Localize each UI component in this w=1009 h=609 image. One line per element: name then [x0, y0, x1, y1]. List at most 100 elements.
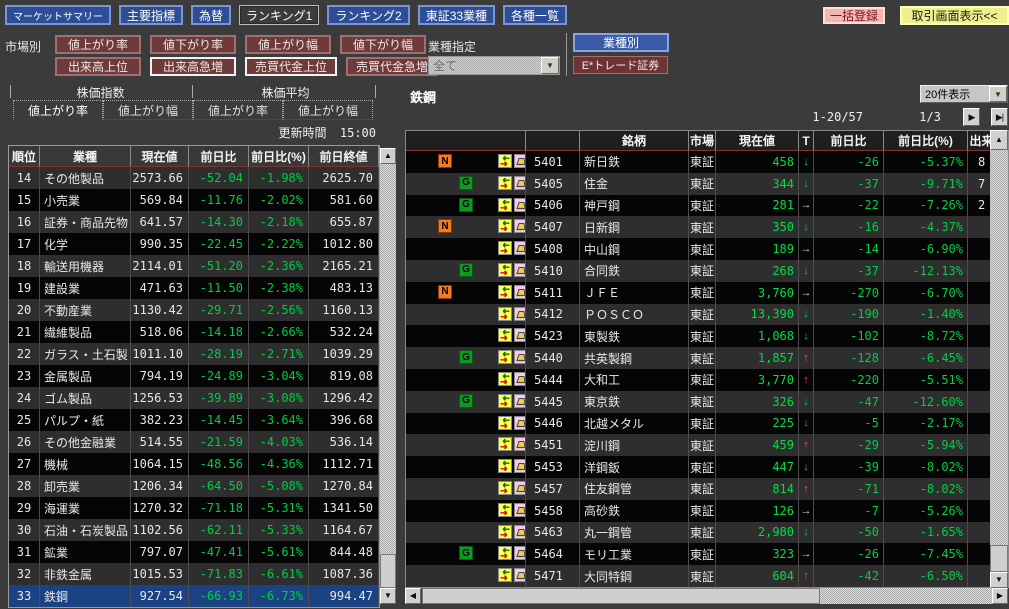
scroll-down-icon[interactable]: ▼ [990, 572, 1008, 588]
sector-row[interactable]: 28卸売業1206.34-64.50-5.08%1270.84 [9, 475, 379, 497]
trade-order-icon[interactable] [498, 328, 512, 342]
column-header-銘柄[interactable]: 銘柄 [580, 131, 689, 151]
stock-row[interactable]: 5457住友鋼管東証814↑-71-8.02% [406, 478, 1008, 500]
stock-row[interactable]: 5423東製鉄東証1,068↓-102-8.72% [406, 325, 1008, 347]
sector-row[interactable]: 16証券・商品先物641.57-14.30-2.18%655.87 [9, 211, 379, 233]
chart-board-icon[interactable] [514, 307, 526, 321]
column-header-順位[interactable]: 順位 [9, 146, 40, 167]
column-header-前日比[interactable]: 前日比 [814, 131, 884, 151]
chart-board-icon[interactable] [514, 416, 526, 430]
left-sub-tab-3[interactable]: 値上がり率 [193, 100, 283, 120]
stock-row[interactable]: 5408中山鋼東証189→-14-6.90% [406, 238, 1008, 260]
stock-row[interactable]: 5412ＰＯＳＣＯ東証13,390↓-190-1.40% [406, 304, 1008, 326]
rank-filter-button-4[interactable]: 値下がり幅 [340, 35, 426, 54]
rank-filter-button-1[interactable]: 値上がり率 [55, 35, 141, 54]
chart-board-icon[interactable] [514, 285, 526, 299]
stock-row[interactable]: N5401新日鉄東証458↓-26-5.37%8 [406, 151, 1008, 173]
trade-order-icon[interactable] [498, 176, 512, 190]
sector-row[interactable]: 30石油・石炭製品1102.56-62.11-5.33%1164.67 [9, 519, 379, 541]
stock-row[interactable]: 5463丸一鋼管東証2,980↓-50-1.65% [406, 522, 1008, 544]
rank-filter-button-3[interactable]: 値上がり幅 [245, 35, 331, 54]
scroll-right-icon[interactable]: ▶ [992, 588, 1008, 604]
stock-row[interactable]: 5446北越メタル東証225↓-5-2.17% [406, 413, 1008, 435]
tab-stock-average[interactable]: 株価平均 [193, 84, 378, 99]
sector-row[interactable]: 25パルプ・紙382.23-14.45-3.64%396.68 [9, 409, 379, 431]
stock-row[interactable]: N5407日新鋼東証350↓-16-4.37% [406, 216, 1008, 238]
stock-row[interactable]: 5444大和工東証3,770↑-220-5.51% [406, 369, 1008, 391]
chart-board-icon[interactable] [514, 437, 526, 451]
scroll-left-icon[interactable]: ◀ [405, 588, 421, 604]
tab-stock-index[interactable]: 株価指数 [8, 84, 193, 99]
sector-row[interactable]: 26その他金融業514.55-21.59-4.03%536.14 [9, 431, 379, 453]
volume-filter-button-2[interactable]: 出来高急増 [150, 57, 236, 76]
toolbar-tab-3[interactable]: 為替 [191, 5, 231, 25]
trade-order-icon[interactable] [498, 307, 512, 321]
chart-board-icon[interactable] [514, 546, 526, 560]
right-scrollbar-thumb[interactable] [990, 545, 1008, 572]
trade-order-icon[interactable] [498, 285, 512, 299]
chart-board-icon[interactable] [514, 198, 526, 212]
left-scrollbar-track[interactable] [380, 164, 396, 554]
chart-board-icon[interactable] [514, 263, 526, 277]
display-count-combo[interactable]: 20件表示 ▼ [920, 85, 1008, 103]
chart-board-icon[interactable] [514, 350, 526, 364]
toolbar-tab-6[interactable]: 東証33業種 [418, 5, 495, 25]
column-header-現在値[interactable]: 現在値 [131, 146, 189, 167]
toolbar-tab-2[interactable]: 主要指標 [119, 5, 183, 25]
chart-board-icon[interactable] [514, 568, 526, 582]
trade-order-icon[interactable] [498, 241, 512, 255]
chart-board-icon[interactable] [514, 481, 526, 495]
broker-button[interactable]: E*トレード証券 [573, 56, 668, 74]
toolbar-tab-4[interactable]: ランキング1 [239, 5, 319, 25]
column-header-業種[interactable]: 業種 [40, 146, 131, 167]
volume-filter-button-4[interactable]: 売買代金急増 [346, 57, 438, 76]
toolbar-tab-7[interactable]: 各種一覧 [503, 5, 567, 25]
chart-board-icon[interactable] [514, 154, 526, 168]
scroll-up-icon[interactable]: ▲ [380, 148, 396, 164]
last-page-button[interactable]: ▶| [991, 108, 1008, 126]
sector-row[interactable]: 17化学990.35-22.45-2.22%1012.80 [9, 233, 379, 255]
column-header-前日終値[interactable]: 前日終値 [309, 146, 379, 167]
column-header-市場[interactable]: 市場 [689, 131, 716, 151]
trade-order-icon[interactable] [498, 394, 512, 408]
stock-row[interactable]: G5440共英製鋼東証1,857↑-128-6.45% [406, 347, 1008, 369]
stock-row[interactable]: N5411ＪＦＥ東証3,760→-270-6.70% [406, 282, 1008, 304]
stock-row[interactable]: G5406神戸鋼東証281→-22-7.26%2 [406, 195, 1008, 217]
rank-filter-button-2[interactable]: 値下がり率 [150, 35, 236, 54]
trade-order-icon[interactable] [498, 437, 512, 451]
sector-row[interactable]: 24ゴム製品1256.53-39.89-3.08%1296.42 [9, 387, 379, 409]
chart-board-icon[interactable] [514, 241, 526, 255]
sector-row[interactable]: 32非鉄金属1015.53-71.83-6.61%1087.36 [9, 563, 379, 585]
chart-board-icon[interactable] [514, 394, 526, 408]
stock-row[interactable]: 5458高砂鉄東証126→-7-5.26% [406, 500, 1008, 522]
trade-order-icon[interactable] [498, 459, 512, 473]
sector-row[interactable]: 14その他製品2573.66-52.04-1.98%2625.70 [9, 167, 379, 189]
trade-order-icon[interactable] [498, 372, 512, 386]
industry-select-combo[interactable]: 全て ▼ [428, 56, 560, 75]
volume-filter-button-3[interactable]: 売買代金上位 [245, 57, 337, 76]
trade-order-icon[interactable] [498, 481, 512, 495]
column-header-現在値[interactable]: 現在値 [716, 131, 799, 151]
column-header-T[interactable]: T [799, 131, 814, 151]
sector-row[interactable]: 29海運業1270.32-71.18-5.31%1341.50 [9, 497, 379, 519]
h-scrollbar-track[interactable] [820, 588, 992, 604]
trade-order-icon[interactable] [498, 350, 512, 364]
left-sub-tab-1[interactable]: 値上がり率 [13, 100, 103, 120]
volume-filter-button-1[interactable]: 出来高上位 [55, 57, 141, 76]
chart-board-icon[interactable] [514, 525, 526, 539]
stock-row[interactable]: 5471大同特鋼東証604↑-42-6.50% [406, 565, 1008, 587]
chart-board-icon[interactable] [514, 459, 526, 473]
sector-row[interactable]: 15小売業569.84-11.76-2.02%581.60 [9, 189, 379, 211]
trade-order-icon[interactable] [498, 263, 512, 277]
column-header-前日比(%)[interactable]: 前日比(%) [249, 146, 309, 167]
trade-order-icon[interactable] [498, 568, 512, 582]
right-scrollbar-track[interactable] [990, 150, 1008, 545]
sector-row[interactable]: 22ガラス・土石製1011.10-28.19-2.71%1039.29 [9, 343, 379, 365]
sector-row[interactable]: 21繊維製品518.06-14.18-2.66%532.24 [9, 321, 379, 343]
industry-category-button[interactable]: 業種別 [573, 33, 669, 52]
column-header-前日比[interactable]: 前日比 [189, 146, 249, 167]
next-page-button[interactable]: ▶ [963, 108, 980, 126]
trade-order-icon[interactable] [498, 525, 512, 539]
sector-row[interactable]: 20不動産業1130.42-29.71-2.56%1160.13 [9, 299, 379, 321]
stock-row[interactable]: 5453洋鋼鈑東証447↓-39-8.02% [406, 456, 1008, 478]
